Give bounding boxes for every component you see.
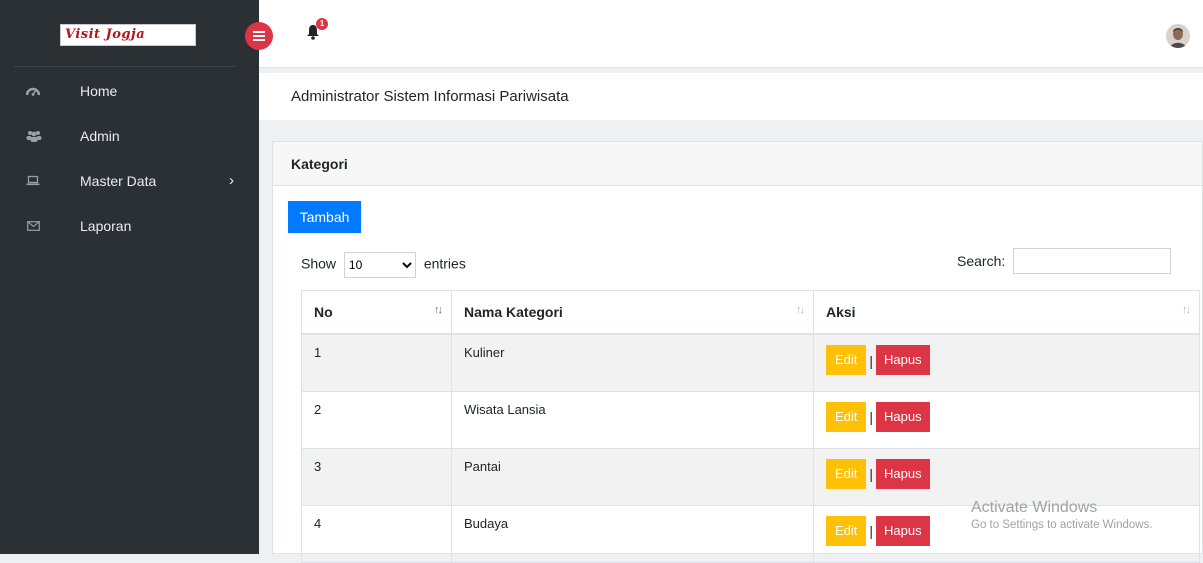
column-header-nama-kategori[interactable]: Nama Kategori ↑↓	[451, 290, 814, 335]
column-label: Nama Kategori	[464, 304, 563, 320]
sidebar: Visit Jogja Home Admin Master Data › Lap…	[0, 0, 259, 554]
delete-button[interactable]: Hapus	[876, 515, 930, 546]
cell-nama: Pantai	[451, 447, 814, 506]
activate-windows-watermark: Activate Windows Go to Settings to activ…	[971, 499, 1153, 531]
sort-asc-icon: ↑↓	[434, 304, 443, 316]
dashboard-icon	[25, 85, 41, 99]
delete-button[interactable]: Hapus	[876, 345, 930, 375]
card-title: Kategori	[291, 156, 348, 172]
search-label: Search:	[957, 253, 1006, 269]
sidebar-nav: Home Admin Master Data › Laporan	[0, 72, 259, 252]
show-label: Show	[301, 255, 337, 272]
separator: |	[869, 466, 874, 483]
table-row: 1 Kuliner Edit | Hapus	[301, 333, 1200, 392]
table-row: 2 Wisata Lansia Edit | Hapus	[301, 390, 1200, 449]
menu-icon	[253, 31, 265, 33]
sidebar-toggle-button[interactable]	[245, 22, 273, 50]
cell-no: 1	[301, 333, 452, 392]
page-title: Administrator Sistem Informasi Pariwisat…	[291, 88, 569, 105]
cell-no: 2	[301, 390, 452, 449]
cell-nama: Budaya	[451, 504, 814, 563]
brand: Visit Jogja	[0, 0, 259, 68]
menu-icon-bar	[253, 35, 265, 37]
column-header-no[interactable]: No ↑↓	[301, 290, 452, 335]
separator: |	[869, 409, 874, 426]
chevron-right-icon: ›	[229, 172, 234, 189]
sidebar-item-label: Laporan	[80, 218, 132, 234]
cell-no: 3	[301, 447, 452, 506]
sort-icon: ↑↓	[1182, 304, 1191, 316]
laptop-icon	[26, 175, 40, 189]
avatar[interactable]	[1166, 24, 1190, 48]
topbar: 1	[259, 0, 1203, 68]
entries-select[interactable]: 10	[343, 252, 416, 278]
separator: |	[869, 523, 874, 540]
entries-label: entries	[423, 255, 466, 272]
users-icon	[26, 130, 42, 144]
sidebar-item-laporan[interactable]: Laporan	[0, 207, 259, 252]
edit-button[interactable]: Edit	[826, 345, 867, 375]
sidebar-item-admin[interactable]: Admin	[0, 117, 259, 162]
table-row: 3 Pantai Edit | Hapus	[301, 447, 1200, 506]
entries-length-control: Show 10 entries	[301, 252, 466, 278]
cell-no: 4	[301, 504, 452, 563]
edit-button[interactable]: Edit	[826, 515, 867, 546]
sort-icon: ↑↓	[796, 304, 805, 316]
menu-icon-bar	[253, 39, 265, 41]
delete-button[interactable]: Hapus	[876, 458, 930, 489]
edit-button[interactable]: Edit	[826, 458, 867, 489]
separator: |	[869, 352, 874, 369]
table-header-row: No ↑↓ Nama Kategori ↑↓ Aksi ↑↓	[301, 290, 1200, 335]
sidebar-item-label: Home	[80, 83, 118, 99]
cell-aksi: Edit | Hapus	[813, 447, 1200, 506]
column-label: No	[314, 304, 333, 320]
notification-badge: 1	[316, 18, 328, 30]
logo-text: Visit Jogja	[65, 27, 146, 42]
card-header: Kategori	[273, 142, 1202, 186]
column-label: Aksi	[826, 304, 856, 320]
edit-button[interactable]: Edit	[826, 401, 867, 432]
sidebar-item-home[interactable]: Home	[0, 72, 259, 117]
sidebar-item-label: Admin	[80, 128, 120, 144]
brand-logo[interactable]: Visit Jogja	[60, 24, 196, 46]
search-input[interactable]	[1013, 248, 1172, 274]
cell-nama: Kuliner	[451, 333, 814, 392]
sidebar-item-master-data[interactable]: Master Data ›	[0, 162, 259, 207]
add-button[interactable]: Tambah	[288, 201, 361, 233]
divider	[14, 66, 236, 67]
search-control: Search:	[957, 248, 1172, 274]
envelope-icon	[26, 220, 40, 234]
sidebar-item-label: Master Data	[80, 173, 157, 189]
page-header: Administrator Sistem Informasi Pariwisat…	[259, 73, 1203, 120]
cell-aksi: Edit | Hapus	[813, 333, 1200, 392]
delete-button[interactable]: Hapus	[876, 401, 930, 432]
watermark-subtitle: Go to Settings to activate Windows.	[971, 519, 1153, 531]
cell-nama: Wisata Lansia	[451, 390, 814, 449]
column-header-aksi[interactable]: Aksi ↑↓	[813, 290, 1200, 335]
watermark-title: Activate Windows	[971, 499, 1098, 516]
cell-aksi: Edit | Hapus	[813, 390, 1200, 449]
kategori-card: Kategori Tambah Show 10 entries Search: …	[272, 141, 1203, 563]
